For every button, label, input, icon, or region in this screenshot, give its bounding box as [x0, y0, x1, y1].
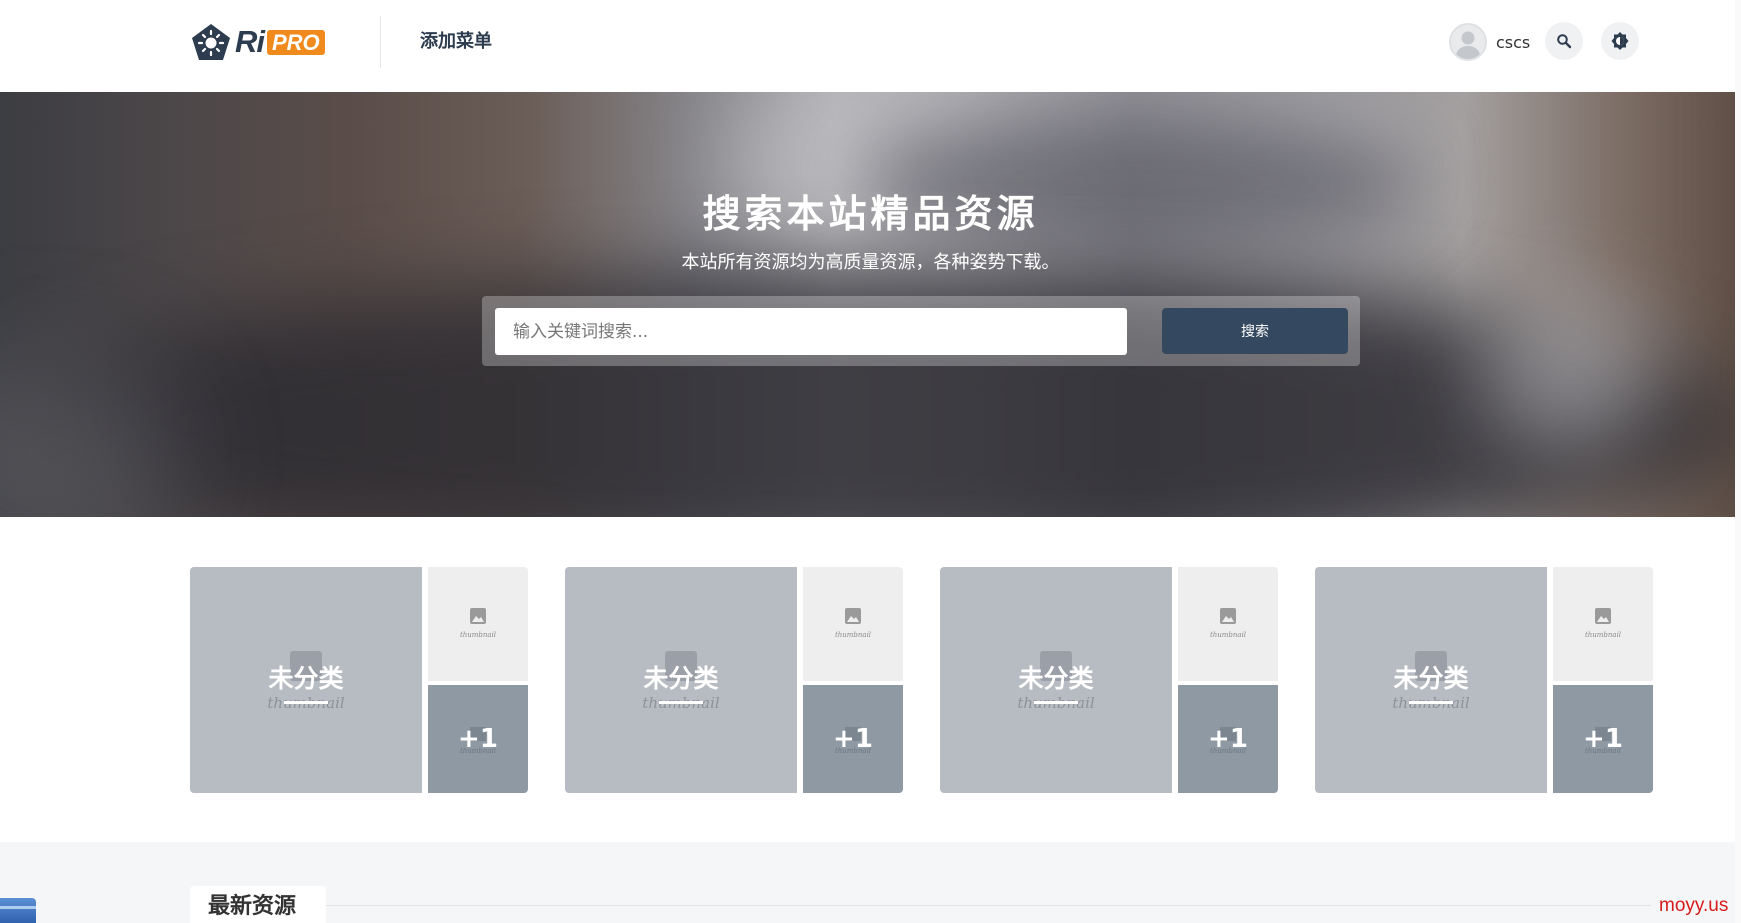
category-main-thumbnail[interactable]: thumbnail 未分类	[1315, 567, 1547, 793]
logo-text-pro: PRO	[267, 29, 325, 55]
category-more-count: +1	[458, 724, 498, 754]
hero-subtitle: 本站所有资源均为高质量资源，各种姿势下载。	[681, 252, 1060, 273]
category-underline	[1409, 701, 1453, 704]
category-section: thumbnail 未分类 thumbnail thumbnail +1 thu…	[0, 517, 1741, 842]
hero-title: 搜索本站精品资源	[702, 192, 1039, 236]
category-side-thumbnail[interactable]: thumbnail	[1178, 567, 1278, 681]
hero-search-input[interactable]	[495, 308, 1127, 355]
user-name[interactable]: cscs	[1496, 33, 1530, 52]
category-name[interactable]: 未分类	[1315, 663, 1547, 695]
hero-bg-blur	[1480, 292, 1660, 452]
header-divider	[380, 16, 381, 68]
header-search-button[interactable]	[1545, 22, 1583, 60]
category-card[interactable]: thumbnail 未分类 thumbnail thumbnail +1	[565, 567, 903, 793]
category-name[interactable]: 未分类	[940, 663, 1172, 695]
category-side-thumbnail[interactable]: thumbnail	[803, 567, 903, 681]
category-more-count: +1	[1583, 724, 1623, 754]
category-underline	[284, 701, 328, 704]
image-icon	[845, 608, 861, 624]
user-avatar-icon[interactable]	[1449, 23, 1487, 61]
watermark-text: moyy.us	[1659, 895, 1729, 916]
user-menu[interactable]: cscs	[1449, 22, 1530, 62]
category-card[interactable]: thumbnail 未分类 thumbnail thumbnail +1	[1315, 567, 1653, 793]
category-card[interactable]: thumbnail 未分类 thumbnail thumbnail +1	[940, 567, 1278, 793]
image-icon	[1220, 608, 1236, 624]
hero-search-form: 搜索	[482, 296, 1360, 366]
category-name[interactable]: 未分类	[190, 663, 422, 695]
theme-toggle-button[interactable]	[1601, 22, 1639, 60]
category-main-thumbnail[interactable]: thumbnail 未分类	[940, 567, 1172, 793]
category-more-thumbnail[interactable]: thumbnail +1	[803, 685, 903, 793]
floating-widget-icon[interactable]	[0, 898, 36, 923]
category-main-thumbnail[interactable]: thumbnail 未分类	[565, 567, 797, 793]
category-card[interactable]: thumbnail 未分类 thumbnail thumbnail +1	[190, 567, 528, 793]
category-side-thumbnail[interactable]: thumbnail	[1553, 567, 1653, 681]
category-more-thumbnail[interactable]: thumbnail +1	[1178, 685, 1278, 793]
logo-text-ri: Ri	[235, 24, 265, 59]
category-more-thumbnail[interactable]: thumbnail +1	[428, 685, 528, 793]
thumbnail-placeholder-text: thumbnail	[1209, 631, 1247, 639]
category-more-thumbnail[interactable]: thumbnail +1	[1553, 685, 1653, 793]
category-more-count: +1	[1208, 724, 1248, 754]
logo-sun-icon	[192, 24, 230, 60]
search-icon	[1557, 34, 1572, 49]
site-logo[interactable]: Ri PRO	[190, 22, 325, 62]
thumbnail-placeholder-text: thumbnail	[1584, 631, 1622, 639]
category-more-count: +1	[833, 724, 873, 754]
category-main-thumbnail[interactable]: thumbnail 未分类	[190, 567, 422, 793]
thumbnail-placeholder-text: thumbnail	[834, 631, 872, 639]
theme-toggle-icon	[1611, 32, 1629, 50]
latest-section-divider	[326, 905, 1651, 906]
site-header: Ri PRO 添加菜单 cscs	[0, 0, 1741, 92]
latest-section-header: 最新资源	[190, 886, 326, 923]
category-underline	[659, 701, 703, 704]
image-icon	[1595, 608, 1611, 624]
thumbnail-placeholder-text: thumbnail	[459, 631, 497, 639]
scrollbar[interactable]	[1735, 0, 1741, 923]
hero-search-button[interactable]: 搜索	[1162, 308, 1348, 354]
latest-section-title: 最新资源	[208, 894, 297, 919]
category-underline	[1034, 701, 1078, 704]
nav-item-add-menu[interactable]: 添加菜单	[420, 28, 492, 56]
category-name[interactable]: 未分类	[565, 663, 797, 695]
category-side-thumbnail[interactable]: thumbnail	[428, 567, 528, 681]
image-icon	[470, 608, 486, 624]
